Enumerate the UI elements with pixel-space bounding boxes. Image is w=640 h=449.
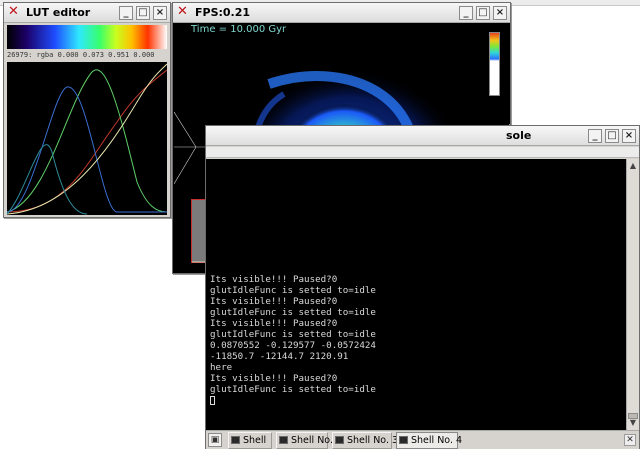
tab-shell-4[interactable]: Shell No. 4: [396, 432, 462, 449]
maximize-button[interactable]: □: [476, 6, 490, 20]
minimize-button[interactable]: _: [588, 129, 602, 143]
shell-tab-bar: ▣ Shell Shell No. 2 Shell No. 3 Shell No. 4…: [206, 430, 639, 449]
maximize-icon: □: [138, 7, 148, 18]
terminal-icon: [279, 436, 288, 444]
close-button[interactable]: ×: [493, 6, 507, 20]
console-window[interactable]: sole _ □ × Its visible!!! Paused?0 glutId…: [205, 125, 640, 449]
text-cursor: [210, 396, 215, 405]
terminal-line: -11850.7 -12144.7 2120.91: [210, 351, 349, 362]
maximize-icon: □: [478, 7, 488, 18]
close-button[interactable]: ×: [153, 6, 167, 20]
terminal-line: glutIdleFunc is setted to=idle: [210, 384, 376, 395]
terminal-line: Its visible!!! Paused?0: [210, 318, 338, 329]
terminal-lines: Its visible!!! Paused?0 glutIdleFunc is s…: [210, 274, 376, 406]
frame-line-left-upper: [174, 111, 197, 148]
tab-label: Shell: [243, 435, 267, 446]
terminal-icon: [399, 436, 408, 444]
lut-editor-title: LUT editor: [26, 6, 91, 19]
terminal-icon: [231, 436, 240, 444]
terminal-line: Its visible!!! Paused?0: [210, 296, 338, 307]
terminal-line: glutIdleFunc is setted to=idle: [210, 307, 376, 318]
terminal-icon: [335, 436, 344, 444]
close-icon: ×: [495, 7, 505, 18]
tab-shell-3[interactable]: Shell No. 3: [332, 432, 398, 449]
lut-status-text: 26979: rgba 0.000 0.073 0.951 0.000: [7, 51, 155, 59]
lut-editor-titlebar[interactable]: ✕ LUT editor _ □ ×: [4, 3, 170, 23]
minimize-icon: _: [123, 7, 129, 18]
tab-shell-1[interactable]: Shell: [228, 432, 272, 449]
terminal-line: here: [210, 362, 233, 373]
tab-close-icon[interactable]: ✕: [624, 434, 636, 446]
lut-curves: [6, 63, 168, 215]
terminal-line: glutIdleFunc is setted to=idle: [210, 329, 376, 340]
render-titlebar[interactable]: ✕ FPS:0.21 _ □ ×: [173, 3, 510, 23]
terminal-line: Its visible!!! Paused?0: [210, 274, 338, 285]
lut-curve-alpha: [6, 63, 168, 215]
minimize-icon: _: [592, 130, 598, 141]
console-menubar: [206, 147, 639, 158]
lut-color-gradient[interactable]: [7, 25, 167, 49]
console-titlebar[interactable]: sole _ □ ×: [206, 126, 639, 146]
scroll-down-icon[interactable]: ▼: [628, 418, 638, 428]
console-title: sole: [506, 129, 532, 142]
tab-shell-2[interactable]: Shell No. 2: [276, 432, 342, 449]
lut-curve-editor[interactable]: [6, 62, 168, 215]
lut-curve-red: [6, 69, 168, 213]
terminal-output[interactable]: Its visible!!! Paused?0 glutIdleFunc is s…: [206, 159, 628, 430]
close-button[interactable]: ×: [622, 129, 636, 143]
new-tab-icon[interactable]: ▣: [208, 433, 222, 447]
frame-line-left-lower: [174, 146, 197, 185]
color-scale-bar: [489, 32, 500, 96]
maximize-button[interactable]: □: [605, 129, 619, 143]
close-icon: ×: [624, 130, 634, 141]
lut-editor-window[interactable]: ✕ LUT editor _ □ × 26979: rgba 0.000 0.0…: [3, 2, 171, 218]
minimize-button[interactable]: _: [119, 6, 133, 20]
scroll-up-icon[interactable]: ▲: [628, 161, 638, 171]
terminal-scrollbar[interactable]: ▲ ▼: [626, 159, 639, 430]
render-title: FPS:0.21: [195, 6, 251, 19]
terminal-line: Its visible!!! Paused?0: [210, 373, 338, 384]
terminal-line: 0.0870552 -0.129577 -0.0572424: [210, 340, 376, 351]
x-app-icon: ✕: [8, 4, 19, 19]
minimize-icon: _: [463, 7, 469, 18]
close-icon: ×: [155, 7, 165, 18]
tab-label: Shell No. 4: [411, 435, 463, 446]
terminal-line: glutIdleFunc is setted to=idle: [210, 285, 376, 296]
minimize-button[interactable]: _: [459, 6, 473, 20]
time-label: Time = 10.000 Gyr: [191, 24, 287, 35]
x-app-icon: ✕: [177, 4, 188, 19]
maximize-icon: □: [607, 130, 617, 141]
maximize-button[interactable]: □: [136, 6, 150, 20]
tab-label: Shell No. 3: [347, 435, 399, 446]
lut-curve-green: [6, 69, 168, 213]
terminal-prompt[interactable]: [210, 395, 376, 406]
